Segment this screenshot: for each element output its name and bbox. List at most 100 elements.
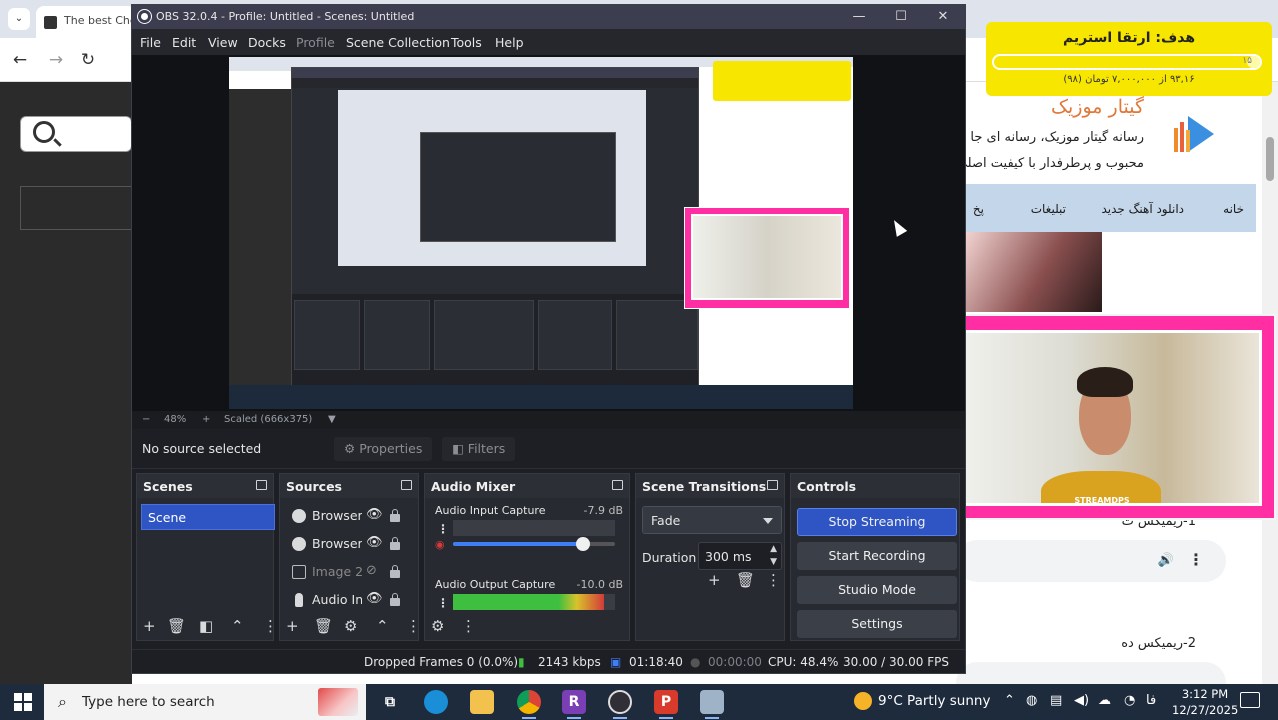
reload-icon[interactable]: ↻ [76, 48, 100, 72]
source-item[interactable]: Browser 👁 [286, 504, 416, 528]
p-app-icon[interactable]: P [654, 690, 678, 714]
add-icon[interactable]: + [708, 571, 721, 589]
filter-icon[interactable]: ◧ [199, 617, 213, 635]
menu-profile[interactable]: Profile [296, 35, 335, 50]
system-clock[interactable]: 3:12 PM 12/27/2025 [1172, 686, 1238, 718]
taskbar-search[interactable]: ⌕ Type here to search [44, 684, 366, 720]
site-nav-new-songs[interactable]: دانلود آهنگ جدید [1101, 202, 1184, 216]
gear-icon[interactable]: ⚙ [344, 617, 357, 635]
menu-help[interactable]: Help [495, 35, 524, 50]
obs-icon[interactable] [608, 690, 632, 714]
source-item[interactable]: Image 2 ⊘ [286, 560, 416, 584]
source-item[interactable]: Browser 👁 [286, 532, 416, 556]
scale-dropdown-icon[interactable]: ▼ [328, 414, 336, 425]
lock-icon[interactable] [390, 509, 400, 522]
trash-icon[interactable]: 🗑 [736, 571, 755, 589]
weather-widget[interactable]: 9°C Partly sunny [854, 692, 990, 710]
window-title: OBS 32.0.4 - Profile: Untitled - Scenes:… [156, 10, 415, 23]
forward-arrow-icon[interactable]: → [44, 48, 68, 72]
close-icon[interactable]: ✕ [928, 7, 958, 27]
settings-button[interactable]: Settings [797, 610, 957, 638]
volume-slider[interactable] [453, 537, 615, 551]
more-options-icon[interactable]: ⋮ [1188, 550, 1204, 569]
more-options-icon[interactable]: ⋮ [766, 571, 781, 589]
more-options-icon[interactable]: ⋮ [263, 617, 278, 635]
lock-icon[interactable] [390, 537, 400, 550]
volume-icon[interactable]: 🔊 [1158, 553, 1174, 568]
dock-footer: ⚙ ⋮ [425, 614, 629, 640]
site-nav-home[interactable]: خانه [1223, 202, 1244, 216]
undock-icon[interactable] [256, 480, 267, 490]
duration-input[interactable]: 300 ms ▲ ▼ [698, 542, 782, 570]
chrome-icon[interactable] [517, 690, 541, 714]
visibility-eye-icon[interactable]: 👁 [366, 507, 383, 522]
running-indicator [567, 717, 581, 719]
edge-icon[interactable] [424, 690, 448, 714]
menu-docks[interactable]: Docks [248, 35, 286, 50]
visibility-eye-icon[interactable]: 👁 [366, 591, 383, 606]
r-app-icon[interactable]: R [562, 690, 586, 714]
undock-icon[interactable] [612, 480, 623, 490]
trash-icon[interactable]: 🗑 [314, 617, 333, 635]
tab-search-button[interactable]: ⌄ [8, 8, 30, 30]
start-recording-button[interactable]: Start Recording [797, 542, 957, 570]
menu-edit[interactable]: Edit [172, 35, 196, 50]
menu-file[interactable]: File [140, 35, 161, 50]
windows-start-icon[interactable] [14, 693, 32, 711]
filters-button[interactable]: ◧ Filters [442, 437, 516, 461]
stream-preview[interactable] [229, 57, 853, 409]
channel-menu-icon[interactable]: ⋮ [437, 596, 449, 610]
notification-icon[interactable] [1240, 692, 1260, 708]
preview-webcam [684, 207, 850, 309]
spin-down-icon[interactable]: ▼ [770, 557, 777, 567]
trash-icon[interactable]: 🗑 [167, 617, 186, 635]
scene-list-item[interactable]: Scene [141, 504, 275, 530]
minimize-icon[interactable]: — [844, 7, 874, 27]
source-item[interactable]: Audio Input 👁 [286, 588, 416, 612]
more-options-icon[interactable]: ⋮ [406, 617, 421, 635]
zoom-out-icon[interactable]: − [142, 414, 150, 425]
site-nav-more[interactable]: پخ [973, 202, 984, 216]
audio-settings-icon[interactable]: ⚙ [431, 617, 444, 635]
tray-app-icon[interactable]: ◍ [1026, 693, 1037, 708]
app-window-icon[interactable] [700, 690, 724, 714]
menu-view[interactable]: View [208, 35, 238, 50]
channel-menu-icon[interactable]: ⋮ [437, 522, 449, 536]
chevron-up-icon[interactable]: ⌃ [1004, 693, 1015, 708]
audio-player[interactable]: 🔊 ⋮ [956, 540, 1226, 582]
menu-scene-collection[interactable]: Scene Collection [346, 35, 450, 50]
undock-icon[interactable] [401, 480, 412, 490]
task-view-icon[interactable]: ⧉ [378, 690, 402, 714]
visibility-eye-icon[interactable]: 👁 [366, 535, 383, 550]
muted-speaker-icon[interactable]: ◉ [435, 538, 445, 551]
transition-select[interactable]: Fade [642, 506, 782, 534]
network-icon[interactable]: ▤ [1050, 693, 1062, 708]
add-icon[interactable]: + [143, 617, 156, 635]
lock-icon[interactable] [390, 593, 400, 606]
file-explorer-icon[interactable] [470, 690, 494, 714]
properties-button[interactable]: ⚙ Properties [334, 437, 433, 461]
menu-tools[interactable]: Tools [451, 35, 482, 50]
more-options-icon[interactable]: ⋮ [461, 617, 476, 635]
scrollbar-thumb[interactable] [1266, 137, 1274, 181]
studio-mode-button[interactable]: Studio Mode [797, 576, 957, 604]
lock-icon[interactable] [390, 565, 400, 578]
browser-tab[interactable]: The best Che [36, 6, 136, 38]
volume-icon[interactable]: ◀) [1074, 693, 1089, 708]
maximize-icon[interactable]: ☐ [886, 7, 916, 27]
move-up-icon[interactable]: ⌃ [231, 617, 244, 635]
language-indicator[interactable]: فا [1146, 693, 1156, 708]
stop-streaming-button[interactable]: Stop Streaming [797, 508, 957, 536]
slider-knob[interactable] [575, 537, 590, 551]
network-wifi-icon[interactable]: ◔ [1124, 693, 1135, 708]
visibility-hidden-icon[interactable]: ⊘ [366, 563, 377, 578]
spin-up-icon[interactable]: ▲ [770, 544, 777, 554]
back-arrow-icon[interactable]: ← [8, 48, 32, 72]
site-nav-ads[interactable]: تبلیغات [1031, 202, 1066, 216]
zoom-in-icon[interactable]: + [202, 414, 210, 425]
add-icon[interactable]: + [286, 617, 299, 635]
undock-icon[interactable] [767, 480, 778, 490]
move-up-icon[interactable]: ⌃ [376, 617, 389, 635]
onedrive-icon[interactable]: ☁ [1098, 693, 1111, 708]
site-search-box[interactable] [20, 116, 132, 152]
